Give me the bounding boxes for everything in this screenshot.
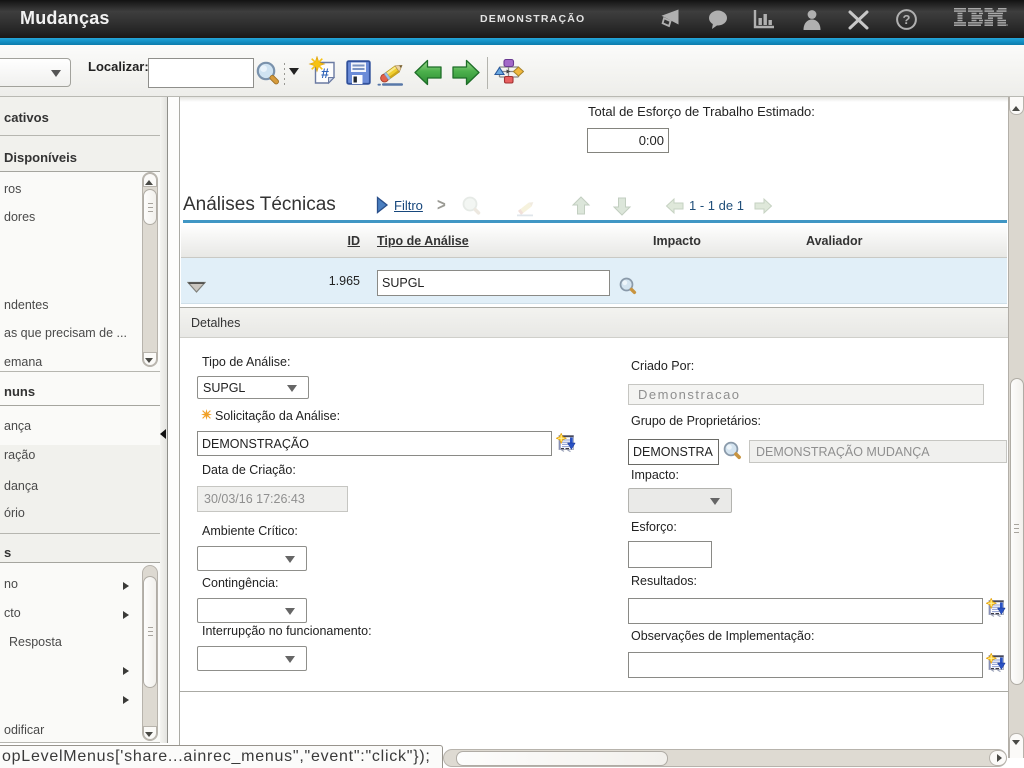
svg-text:#: # <box>321 65 329 81</box>
svg-text:?: ? <box>903 12 911 27</box>
